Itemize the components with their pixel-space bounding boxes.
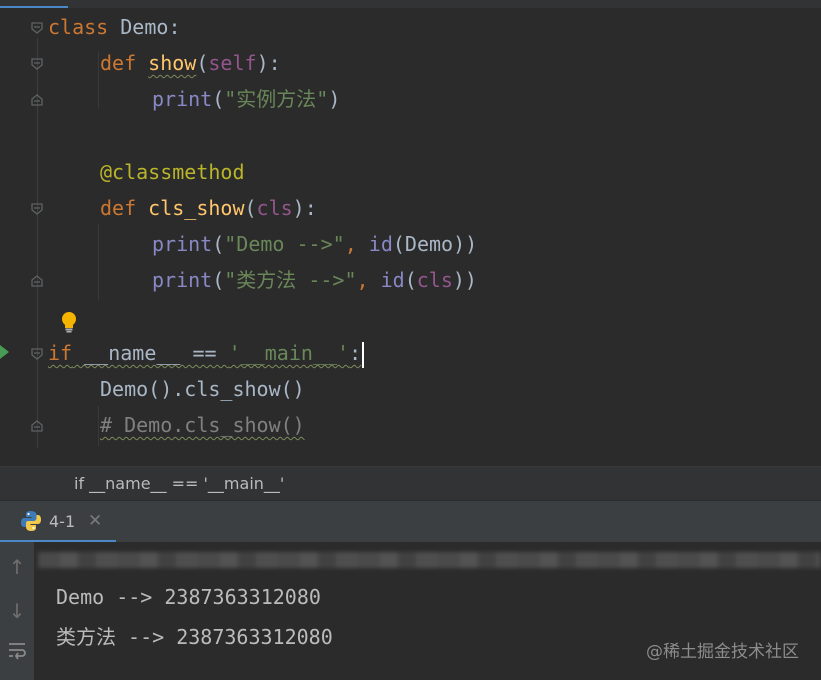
punctuation: (	[404, 268, 417, 292]
code-editor[interactable]: class Demo: def show(self): print("实例方法"…	[0, 8, 821, 466]
keyword: class	[48, 15, 109, 39]
redacted-command-line	[38, 552, 821, 568]
breadcrumb[interactable]: if __name__ == '__main__'	[0, 466, 821, 501]
param-cls: cls	[256, 196, 293, 220]
keyword: def	[100, 196, 137, 220]
indent-guide	[98, 406, 99, 446]
lightbulb-icon[interactable]	[60, 311, 78, 337]
fold-marker-icon[interactable]	[31, 420, 43, 432]
code-line-6[interactable]: def cls_show(cls):	[100, 190, 317, 226]
builtin-call: id	[380, 268, 405, 292]
punctuation: (	[212, 268, 225, 292]
class-name: Demo	[120, 15, 169, 39]
fold-marker-icon[interactable]	[31, 94, 43, 106]
punctuation: ))	[452, 268, 477, 292]
python-icon	[20, 510, 42, 536]
punctuation: (	[196, 51, 209, 75]
statement: Demo().cls_show()	[100, 377, 305, 401]
punctuation: :	[168, 15, 181, 39]
editor-gutter	[0, 8, 46, 466]
expression: __name__ ==	[72, 341, 229, 365]
string-literal: "类方法 -->"	[224, 268, 357, 292]
code-line-5[interactable]: @classmethod	[100, 154, 245, 190]
soft-wrap-icon[interactable]	[4, 640, 30, 666]
top-bar	[0, 0, 821, 8]
string-literal: "实例方法"	[224, 87, 329, 111]
punctuation: (	[212, 87, 225, 111]
run-arrow-icon[interactable]	[0, 345, 9, 359]
builtin-call: print	[152, 232, 213, 256]
fold-marker-icon[interactable]	[31, 22, 43, 34]
builtin-call: print	[152, 87, 213, 111]
breadcrumb-item[interactable]: if __name__ == '__main__'	[74, 474, 284, 493]
comment: # Demo.cls_show()	[100, 413, 305, 437]
code-line-7[interactable]: print("Demo -->", id(Demo))	[152, 226, 477, 262]
string-literal: "Demo -->"	[224, 232, 345, 256]
code-line-8[interactable]: print("类方法 -->", id(cls))	[152, 262, 477, 298]
run-tab-label: 4-1	[49, 512, 76, 531]
builtin-call: id	[368, 232, 393, 256]
argument: cls	[416, 268, 453, 292]
punctuation: :	[349, 341, 362, 365]
punctuation: ,	[344, 232, 369, 256]
arrow-down-icon[interactable]: ↓	[4, 598, 30, 624]
code-line-2[interactable]: def show(self):	[100, 45, 281, 81]
punctuation: (	[212, 232, 225, 256]
punctuation: )	[328, 87, 341, 111]
indent-guide	[98, 52, 99, 108]
keyword: def	[100, 51, 137, 75]
text-caret	[362, 341, 365, 368]
code-line-3[interactable]: print("实例方法")	[152, 81, 340, 117]
code-line-1[interactable]: class Demo:	[48, 9, 180, 45]
fold-marker-icon[interactable]	[31, 203, 43, 215]
punctuation: ):	[256, 51, 281, 75]
function-name: cls_show	[148, 196, 245, 220]
code-line-10[interactable]: if __name__ == '__main__':	[48, 335, 365, 371]
punctuation: (	[392, 232, 405, 256]
punctuation: (	[244, 196, 257, 220]
punctuation: ))	[453, 232, 478, 256]
console-toolbar: ↑ ↓	[0, 542, 34, 680]
close-icon[interactable]: ✕	[88, 511, 102, 531]
indent-guide	[98, 224, 99, 300]
punctuation: ):	[292, 196, 317, 220]
console-output-line: 类方法 --> 2387363312080	[56, 625, 333, 649]
fold-marker-icon[interactable]	[31, 275, 43, 287]
builtin-call: print	[152, 268, 213, 292]
run-tool-window-tabs: 4-1 ✕	[0, 500, 821, 543]
punctuation: ,	[356, 268, 381, 292]
run-tab[interactable]: 4-1 ✕	[0, 501, 116, 543]
function-name: show	[148, 51, 197, 75]
arrow-up-icon[interactable]: ↑	[4, 554, 30, 580]
fold-marker-icon[interactable]	[31, 58, 43, 70]
decorator: @classmethod	[100, 160, 245, 184]
code-line-11[interactable]: Demo().cls_show()	[100, 371, 305, 407]
string-literal: '__main__'	[228, 341, 350, 365]
param-self: self	[208, 51, 257, 75]
watermark: @稀土掘金技术社区	[646, 642, 799, 662]
fold-marker-icon[interactable]	[31, 348, 43, 360]
argument: Demo	[404, 232, 454, 256]
code-line-12[interactable]: # Demo.cls_show()	[100, 407, 305, 443]
keyword: if	[48, 341, 73, 365]
console-output-line: Demo --> 2387363312080	[56, 585, 321, 609]
